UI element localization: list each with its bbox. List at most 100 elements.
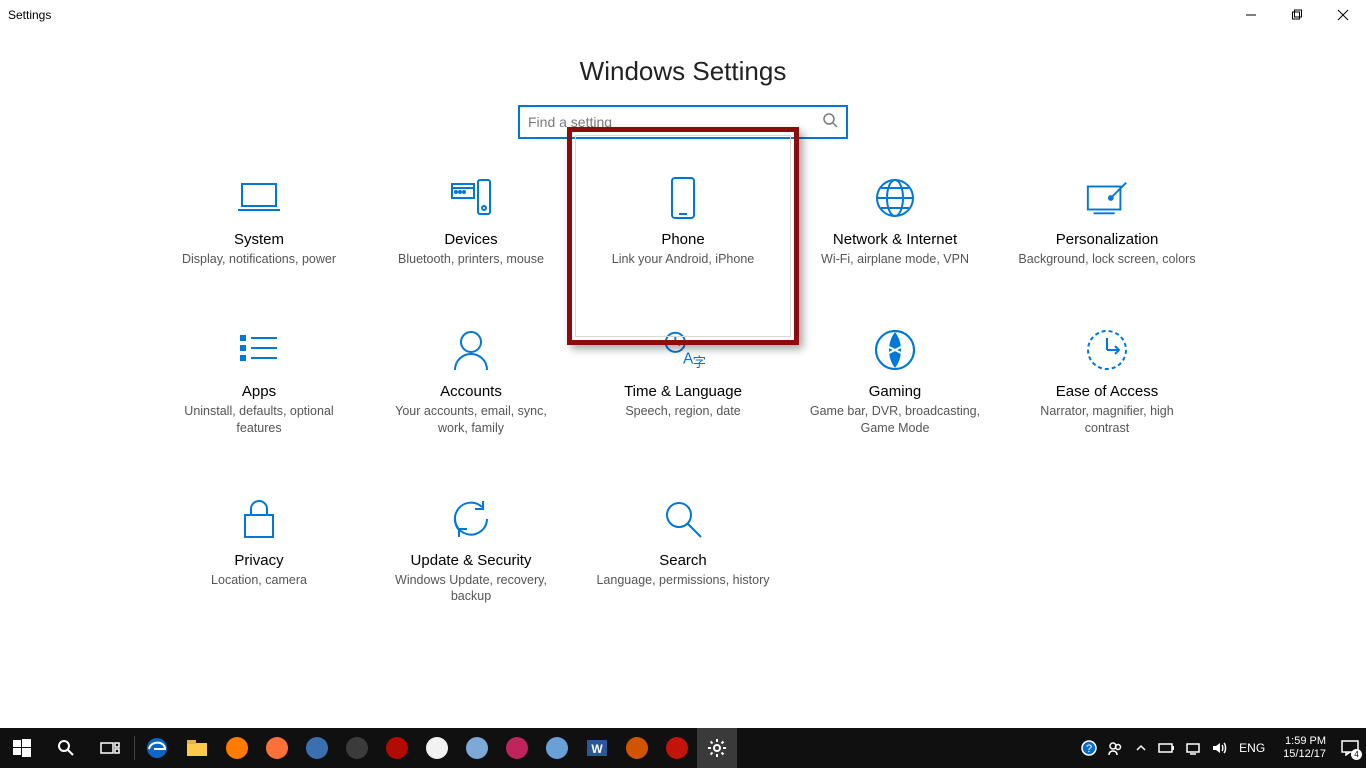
taskbar-app-reader[interactable] xyxy=(297,728,337,768)
category-name: Devices xyxy=(444,231,497,248)
category-search[interactable]: Search Language, permissions, history xyxy=(583,496,783,605)
category-privacy[interactable]: Privacy Location, camera xyxy=(159,496,359,605)
taskbar-app-edge[interactable] xyxy=(137,728,177,768)
personalization-icon xyxy=(1084,175,1130,221)
search-icon xyxy=(822,112,838,133)
tray-chevron-up-icon[interactable] xyxy=(1131,738,1151,758)
gaming-icon xyxy=(872,327,918,373)
word-icon: W xyxy=(586,737,608,759)
category-desc: Narrator, magnifier, high contrast xyxy=(1017,403,1197,436)
start-button[interactable] xyxy=(0,728,44,768)
taskbar-app-settings[interactable] xyxy=(697,728,737,768)
privacy-icon xyxy=(236,496,282,542)
close-button[interactable] xyxy=(1320,0,1366,30)
taskbar: W ? ENG 1:59 PM 15/12/17 4 xyxy=(0,728,1366,768)
search-box[interactable] xyxy=(518,105,848,139)
app-icon xyxy=(226,737,248,759)
category-network[interactable]: Network & Internet Wi-Fi, airplane mode,… xyxy=(795,175,995,267)
app-icon xyxy=(386,737,408,759)
tray-language[interactable]: ENG xyxy=(1235,741,1269,755)
category-desc: Wi-Fi, airplane mode, VPN xyxy=(821,251,969,267)
category-system[interactable]: System Display, notifications, power xyxy=(159,175,359,267)
tray-help-icon[interactable]: ? xyxy=(1079,738,1099,758)
tray-time: 1:59 PM xyxy=(1283,735,1326,748)
category-phone[interactable]: Phone Link your Android, iPhone xyxy=(583,175,783,267)
app-icon xyxy=(506,737,528,759)
svg-text:W: W xyxy=(591,742,603,756)
category-update[interactable]: Update & Security Windows Update, recove… xyxy=(371,496,571,605)
svg-text:?: ? xyxy=(1086,743,1092,755)
category-desc: Location, camera xyxy=(211,572,307,588)
tray-people-icon[interactable] xyxy=(1105,738,1125,758)
category-desc: Bluetooth, printers, mouse xyxy=(398,251,544,267)
category-devices[interactable]: Devices Bluetooth, printers, mouse xyxy=(371,175,571,267)
category-name: Search xyxy=(659,552,707,569)
search-wrap xyxy=(0,105,1366,139)
maximize-icon xyxy=(1291,9,1303,21)
system-tray: ? ENG 1:59 PM 15/12/17 4 xyxy=(1079,735,1366,760)
taskbar-apps: W xyxy=(137,728,737,768)
category-name: System xyxy=(234,231,284,248)
category-desc: Link your Android, iPhone xyxy=(612,251,754,267)
taskbar-app-paint[interactable] xyxy=(457,728,497,768)
category-name: Gaming xyxy=(869,383,922,400)
category-apps[interactable]: Apps Uninstall, defaults, optional featu… xyxy=(159,327,359,436)
category-desc: Background, lock screen, colors xyxy=(1018,251,1195,267)
apps-icon xyxy=(236,327,282,373)
category-time[interactable]: A字 Time & Language Speech, region, date xyxy=(583,327,783,436)
page-title: Windows Settings xyxy=(0,56,1366,87)
taskbar-app-word[interactable]: W xyxy=(577,728,617,768)
task-view-button[interactable] xyxy=(88,728,132,768)
category-name: Phone xyxy=(661,231,704,248)
folder-icon xyxy=(186,739,208,757)
svg-text:字: 字 xyxy=(693,356,706,371)
category-name: Network & Internet xyxy=(833,231,957,248)
category-desc: Language, permissions, history xyxy=(596,572,769,588)
app-icon xyxy=(466,737,488,759)
app-icon xyxy=(266,737,288,759)
minimize-button[interactable] xyxy=(1228,0,1274,30)
category-gaming[interactable]: Gaming Game bar, DVR, broadcasting, Game… xyxy=(795,327,995,436)
tray-volume-icon[interactable] xyxy=(1209,738,1229,758)
taskbar-app-media[interactable] xyxy=(217,728,257,768)
taskbar-app-acrobat[interactable] xyxy=(377,728,417,768)
system-icon xyxy=(236,175,282,221)
network-icon xyxy=(872,175,918,221)
edge-icon xyxy=(146,737,168,759)
gear-icon xyxy=(707,738,727,758)
taskbar-app-chromeA[interactable] xyxy=(337,728,377,768)
category-name: Apps xyxy=(242,383,276,400)
search-input[interactable] xyxy=(528,114,822,130)
app-icon xyxy=(666,737,688,759)
taskbar-app-explorer[interactable] xyxy=(177,728,217,768)
taskbar-app-xiu[interactable] xyxy=(497,728,537,768)
category-personalization[interactable]: Personalization Background, lock screen,… xyxy=(1007,175,1207,267)
tray-network-icon[interactable] xyxy=(1183,738,1203,758)
taskbar-app-chrome[interactable] xyxy=(417,728,457,768)
settings-grid: System Display, notifications, power Dev… xyxy=(153,175,1213,604)
tray-action-center[interactable]: 4 xyxy=(1340,738,1360,758)
maximize-button[interactable] xyxy=(1274,0,1320,30)
taskbar-app-ringred[interactable] xyxy=(657,728,697,768)
tray-battery-icon[interactable] xyxy=(1157,738,1177,758)
taskbar-search-button[interactable] xyxy=(44,728,88,768)
taskbar-app-notes[interactable] xyxy=(537,728,577,768)
accounts-icon xyxy=(448,327,494,373)
taskbar-app-orange[interactable] xyxy=(617,728,657,768)
taskbar-app-firefox[interactable] xyxy=(257,728,297,768)
devices-icon xyxy=(448,175,494,221)
category-accounts[interactable]: Accounts Your accounts, email, sync, wor… xyxy=(371,327,571,436)
category-ease[interactable]: Ease of Access Narrator, magnifier, high… xyxy=(1007,327,1207,436)
category-desc: Speech, region, date xyxy=(625,403,740,419)
title-bar: Settings xyxy=(0,0,1366,30)
category-name: Time & Language xyxy=(624,383,742,400)
app-icon xyxy=(346,737,368,759)
app-icon xyxy=(626,737,648,759)
window-title: Settings xyxy=(8,8,51,22)
search-icon xyxy=(660,496,706,542)
tray-date: 15/12/17 xyxy=(1283,748,1326,761)
category-name: Privacy xyxy=(234,552,283,569)
tray-clock[interactable]: 1:59 PM 15/12/17 xyxy=(1275,735,1334,760)
time-icon: A字 xyxy=(660,327,706,373)
category-desc: Windows Update, recovery, backup xyxy=(381,572,561,605)
